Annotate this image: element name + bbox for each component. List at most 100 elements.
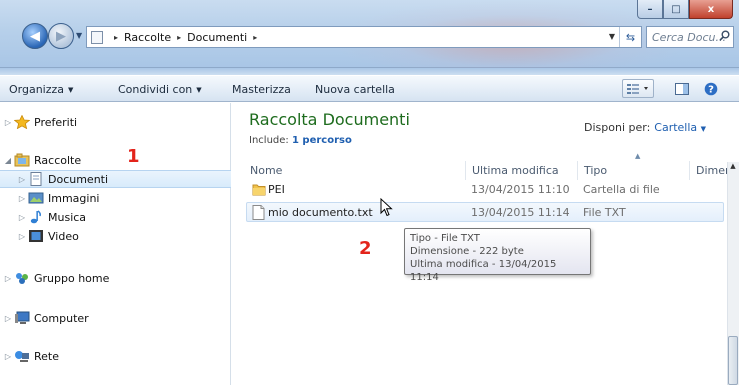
tooltip-type: Tipo - File TXT <box>410 233 480 244</box>
column-header-name[interactable]: Nome <box>246 161 466 180</box>
sidebar-item-video[interactable]: ▷ Video <box>0 227 231 245</box>
sidebar-item-label: Gruppo home <box>34 271 110 285</box>
arrange-label: Disponi per: <box>584 121 651 134</box>
sidebar-item-label: Video <box>48 229 79 243</box>
sidebar-item-rete[interactable]: ▷ Rete <box>0 347 231 365</box>
recent-pages-dropdown[interactable]: ▼ <box>76 31 82 40</box>
chevron-down-icon: ▼ <box>68 86 74 94</box>
sidebar-item-label: Raccolte <box>34 153 82 167</box>
documents-icon <box>30 172 42 186</box>
arrange-dropdown[interactable]: Cartella ▼ <box>654 121 706 134</box>
homegroup-icon <box>16 273 28 284</box>
column-header-type[interactable]: Tipo <box>580 161 690 180</box>
tooltip-modified: Ultima modifica - 13/04/2015 11:14 <box>410 259 557 283</box>
view-details-icon <box>627 84 648 94</box>
annotation-2: 2 <box>359 238 372 259</box>
library-include: Include: 1 percorso <box>249 135 352 146</box>
refresh-button[interactable]: ⇆ <box>619 27 641 47</box>
sidebar-item-raccolte[interactable]: ◢ Raccolte <box>0 151 231 169</box>
chevron-down-icon: ▼ <box>196 86 202 94</box>
help-button[interactable]: ? <box>700 79 722 98</box>
help-icon: ? <box>704 82 718 95</box>
scrollbar-thumb[interactable] <box>728 336 738 385</box>
breadcrumb-documenti[interactable]: Documenti <box>187 31 247 44</box>
column-header-size[interactable]: Dimer <box>692 161 727 180</box>
sidebar-item-musica[interactable]: ▷ Musica <box>0 208 231 226</box>
expand-arrow-icon[interactable]: ▷ <box>2 352 14 361</box>
network-icon <box>15 351 29 362</box>
search-icon[interactable] <box>719 30 730 41</box>
command-bar: Organizza ▼ Condividi con ▼ Masterizza Nuo… <box>0 75 739 102</box>
burn-button[interactable]: Masterizza <box>232 83 291 96</box>
minimize-button[interactable]: – <box>637 0 663 19</box>
file-type: Cartella di file <box>583 183 660 196</box>
sidebar-item-label: Documenti <box>48 172 109 186</box>
pictures-icon <box>28 192 44 204</box>
address-bar[interactable]: ▸ Raccolte ▸ Documenti ▸ ▼ ⇆ <box>86 26 642 48</box>
organize-menu[interactable]: Organizza ▼ <box>9 83 73 96</box>
video-icon <box>29 230 43 242</box>
sidebar-item-label: Musica <box>48 210 87 224</box>
library-title: Raccolta Documenti <box>249 110 410 129</box>
expand-arrow-icon[interactable]: ▷ <box>2 314 14 323</box>
breadcrumb-raccolte[interactable]: Raccolte <box>124 31 171 44</box>
refresh-icon: ⇆ <box>625 30 636 44</box>
sidebar-item-immagini[interactable]: ▷ Immagini <box>0 189 231 207</box>
sidebar-item-preferiti[interactable]: ▷ Preferiti <box>0 113 231 131</box>
arrange-value: Cartella <box>654 121 698 134</box>
annotation-1: 1 <box>127 146 140 167</box>
file-modified: 13/04/2015 11:14 <box>471 206 570 219</box>
libraries-icon <box>14 153 30 167</box>
toolbar-divider <box>0 68 739 75</box>
expand-arrow-icon[interactable]: ▷ <box>2 274 14 283</box>
organize-label: Organizza <box>9 83 65 96</box>
text-file-icon <box>252 205 265 220</box>
arrange-by[interactable]: Disponi per: Cartella ▼ <box>584 121 706 134</box>
breadcrumb-separator[interactable]: ▸ <box>177 33 181 42</box>
sidebar-item-label: Computer <box>34 311 89 325</box>
file-name: mio documento.txt <box>268 206 373 219</box>
sidebar-item-gruppo-home[interactable]: ▷ Gruppo home <box>0 269 231 287</box>
forward-button[interactable]: ▶ <box>48 23 74 49</box>
folder-icon <box>252 184 266 196</box>
search-input[interactable]: Cerca Docu... <box>646 26 734 48</box>
back-button[interactable]: ◀ <box>22 23 48 49</box>
share-label: Condividi con <box>118 83 193 96</box>
file-row-mio-documento[interactable]: mio documento.txt 13/04/2015 11:14 File … <box>246 202 724 222</box>
preview-pane-icon <box>675 82 689 95</box>
expand-arrow-icon[interactable]: ▷ <box>2 118 14 127</box>
sidebar-item-label: Preferiti <box>34 115 78 129</box>
chevron-down-icon: ▼ <box>700 125 707 133</box>
tooltip-size: Dimensione - 222 byte <box>410 246 524 257</box>
close-button[interactable]: x <box>689 0 733 19</box>
collapse-arrow-icon[interactable]: ◢ <box>2 156 14 165</box>
address-history-dropdown[interactable]: ▼ <box>609 32 615 41</box>
arrow-left-icon: ◀ <box>30 28 40 44</box>
expand-arrow-icon[interactable]: ▷ <box>16 213 28 222</box>
navigation-pane[interactable]: ▷ Preferiti ◢ Raccolte ▷ Documenti ▷ Imm… <box>0 103 231 385</box>
view-options-button[interactable] <box>622 79 654 98</box>
expand-arrow-icon[interactable]: ▷ <box>16 194 28 203</box>
sort-ascending-icon: ▲ <box>635 152 641 160</box>
column-header-modified[interactable]: Ultima modifica <box>468 161 578 180</box>
breadcrumb-separator[interactable]: ▸ <box>253 33 257 42</box>
svg-text:?: ? <box>708 84 714 95</box>
sidebar-item-documenti[interactable]: ▷ Documenti <box>0 170 231 188</box>
new-folder-button[interactable]: Nuova cartella <box>315 83 395 96</box>
file-info-tooltip: Tipo - File TXT Dimensione - 222 byte Ul… <box>404 228 591 283</box>
expand-arrow-icon[interactable]: ▷ <box>16 232 28 241</box>
sidebar-item-computer[interactable]: ▷ Computer <box>0 309 231 327</box>
breadcrumb-separator[interactable]: ▸ <box>114 33 118 42</box>
file-modified: 13/04/2015 11:10 <box>471 183 570 196</box>
expand-arrow-icon[interactable]: ▷ <box>16 175 28 184</box>
include-locations-link[interactable]: 1 percorso <box>292 135 352 146</box>
maximize-button[interactable]: □ <box>663 0 689 19</box>
arrow-right-icon: ▶ <box>56 28 66 44</box>
include-label: Include: <box>249 135 289 146</box>
preview-pane-button[interactable] <box>672 79 692 98</box>
sidebar-item-label: Immagini <box>48 191 100 205</box>
sidebar-item-label: Rete <box>34 349 59 363</box>
file-row-pei[interactable]: PEI 13/04/2015 11:10 Cartella di file <box>246 180 724 200</box>
scroll-up-button[interactable]: ▲ <box>727 162 739 176</box>
share-menu[interactable]: Condividi con ▼ <box>118 83 202 96</box>
